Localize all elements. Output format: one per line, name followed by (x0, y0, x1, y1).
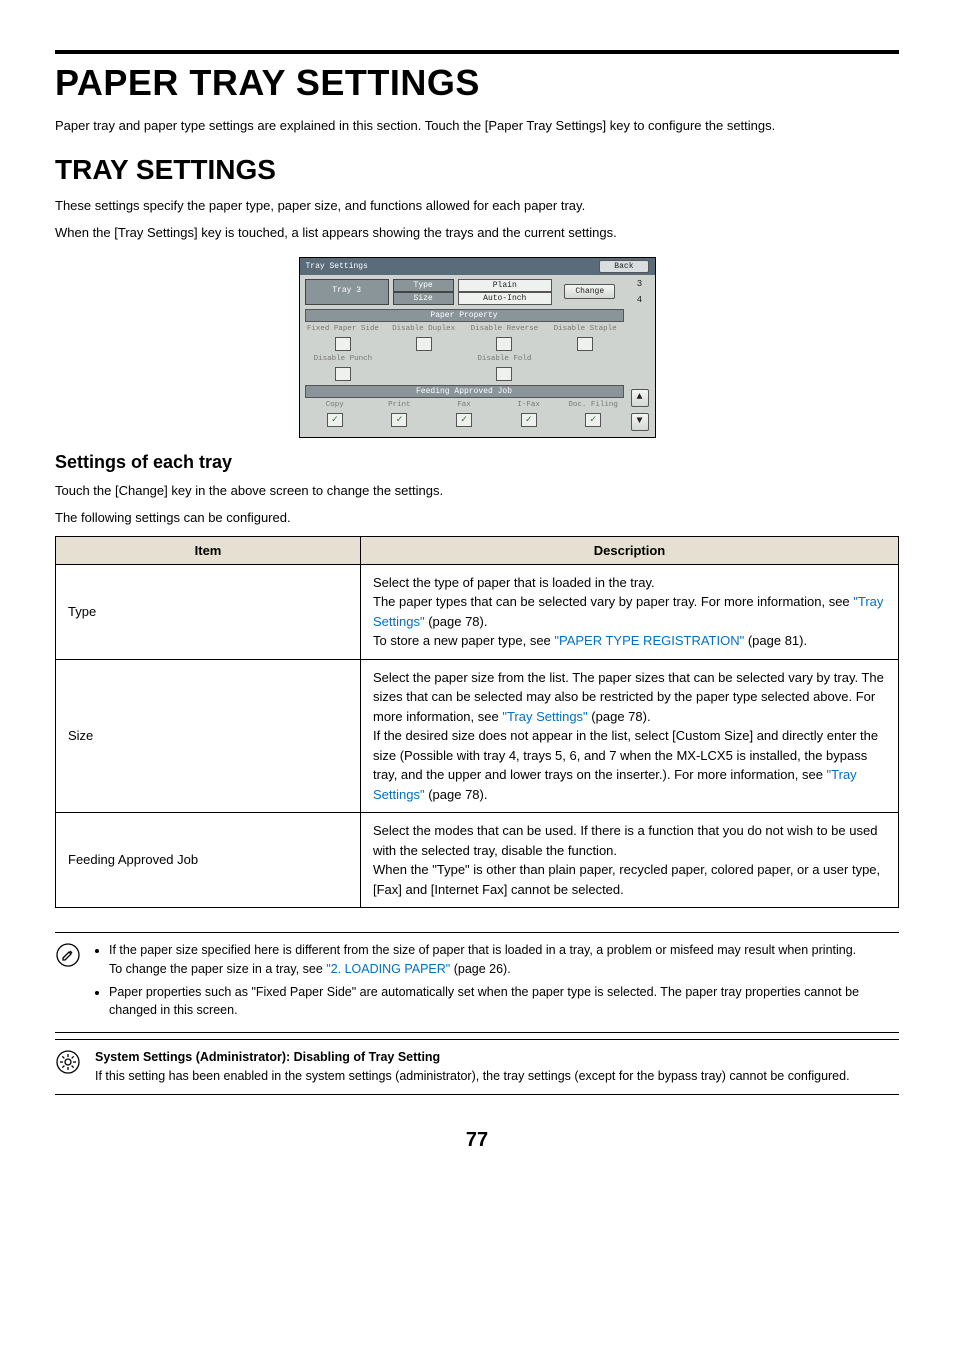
lcd-title: Tray Settings (306, 262, 368, 271)
lcd-tray-label: Tray 3 (305, 279, 389, 305)
note-block: System Settings (Administrator): Disabli… (55, 1039, 899, 1095)
lcd-checkbox-on[interactable] (585, 413, 601, 427)
page-number: 77 (55, 1129, 899, 1152)
lcd-checkbox-on[interactable] (521, 413, 537, 427)
lcd-job-ifax: I-Fax (517, 401, 540, 411)
lcd-prop-reverse: Disable Reverse (471, 325, 539, 335)
lcd-prop-fold: Disable Fold (477, 355, 531, 365)
table-row: Type Select the type of paper that is lo… (56, 564, 899, 659)
lcd-checkbox[interactable] (496, 337, 512, 351)
lcd-job-print: Print (388, 401, 411, 411)
pencil-icon (55, 941, 81, 1024)
lcd-checkbox-on[interactable] (327, 413, 343, 427)
section-text-2: When the [Tray Settings] key is touched,… (55, 223, 899, 243)
lcd-checkbox[interactable] (335, 337, 351, 351)
lcd-prop-duplex: Disable Duplex (392, 325, 455, 335)
lcd-side-number: 4 (637, 295, 642, 305)
table-item: Feeding Approved Job (56, 813, 361, 908)
lcd-change-button[interactable]: Change (564, 284, 615, 299)
table-header-desc: Description (361, 536, 899, 564)
link-tray-settings[interactable]: "Tray Settings" (502, 709, 587, 724)
lcd-side-number: 3 (637, 279, 642, 289)
table-item: Type (56, 564, 361, 659)
lcd-prop-staple: Disable Staple (554, 325, 617, 335)
table-row: Size Select the paper size from the list… (56, 659, 899, 813)
lcd-prop-fixed: Fixed Paper Side (307, 325, 379, 335)
table-desc: Select the paper size from the list. The… (361, 659, 899, 813)
lcd-checkbox[interactable] (577, 337, 593, 351)
lcd-type-label: Type (393, 279, 454, 292)
note-title: System Settings (Administrator): Disabli… (95, 1050, 440, 1064)
note-bullet: If the paper size specified here is diff… (109, 941, 899, 979)
section-text-1: These settings specify the paper type, p… (55, 196, 899, 216)
link-loading-paper[interactable]: "2. LOADING PAPER" (326, 962, 450, 976)
lcd-size-label: Size (393, 292, 454, 305)
lcd-checkbox[interactable] (335, 367, 351, 381)
page-title: PAPER TRAY SETTINGS (55, 62, 899, 104)
lcd-back-button[interactable]: Back (599, 260, 648, 273)
gear-icon (55, 1048, 81, 1086)
lcd-type-value: Plain (458, 279, 553, 292)
table-desc: Select the type of paper that is loaded … (361, 564, 899, 659)
section-heading: TRAY SETTINGS (55, 154, 899, 186)
lcd-paper-property-strip: Paper Property (305, 309, 624, 322)
lcd-job-copy: Copy (326, 401, 344, 411)
lcd-checkbox[interactable] (416, 337, 432, 351)
lcd-feeding-strip: Feeding Approved Job (305, 385, 624, 398)
top-rule (55, 50, 899, 54)
table-item: Size (56, 659, 361, 813)
subsection-heading: Settings of each tray (55, 452, 899, 473)
lcd-job-fax: Fax (457, 401, 471, 411)
lcd-job-docfiling: Doc. Filing (568, 401, 618, 411)
table-row: Feeding Approved Job Select the modes th… (56, 813, 899, 908)
lcd-checkbox[interactable] (496, 367, 512, 381)
settings-table: Item Description Type Select the type of… (55, 536, 899, 909)
lcd-prop-punch: Disable Punch (314, 355, 373, 365)
note-body: If this setting has been enabled in the … (95, 1069, 850, 1083)
subsection-text-2: The following settings can be configured… (55, 508, 899, 528)
lcd-checkbox-on[interactable] (391, 413, 407, 427)
table-header-item: Item (56, 536, 361, 564)
lcd-scroll-down-button[interactable]: ▼ (631, 413, 649, 431)
lcd-size-value: Auto-Inch (458, 292, 553, 305)
note-block: If the paper size specified here is diff… (55, 932, 899, 1033)
lcd-screenshot: Tray Settings Back Tray 3 Type Size Plai… (55, 257, 899, 438)
link-paper-type-registration[interactable]: "PAPER TYPE REGISTRATION" (554, 633, 744, 648)
lcd-scroll-up-button[interactable]: ▲ (631, 389, 649, 407)
intro-text: Paper tray and paper type settings are e… (55, 116, 899, 136)
lcd-checkbox-on[interactable] (456, 413, 472, 427)
table-desc: Select the modes that can be used. If th… (361, 813, 899, 908)
note-bullet: Paper properties such as "Fixed Paper Si… (109, 983, 899, 1021)
subsection-text-1: Touch the [Change] key in the above scre… (55, 481, 899, 501)
